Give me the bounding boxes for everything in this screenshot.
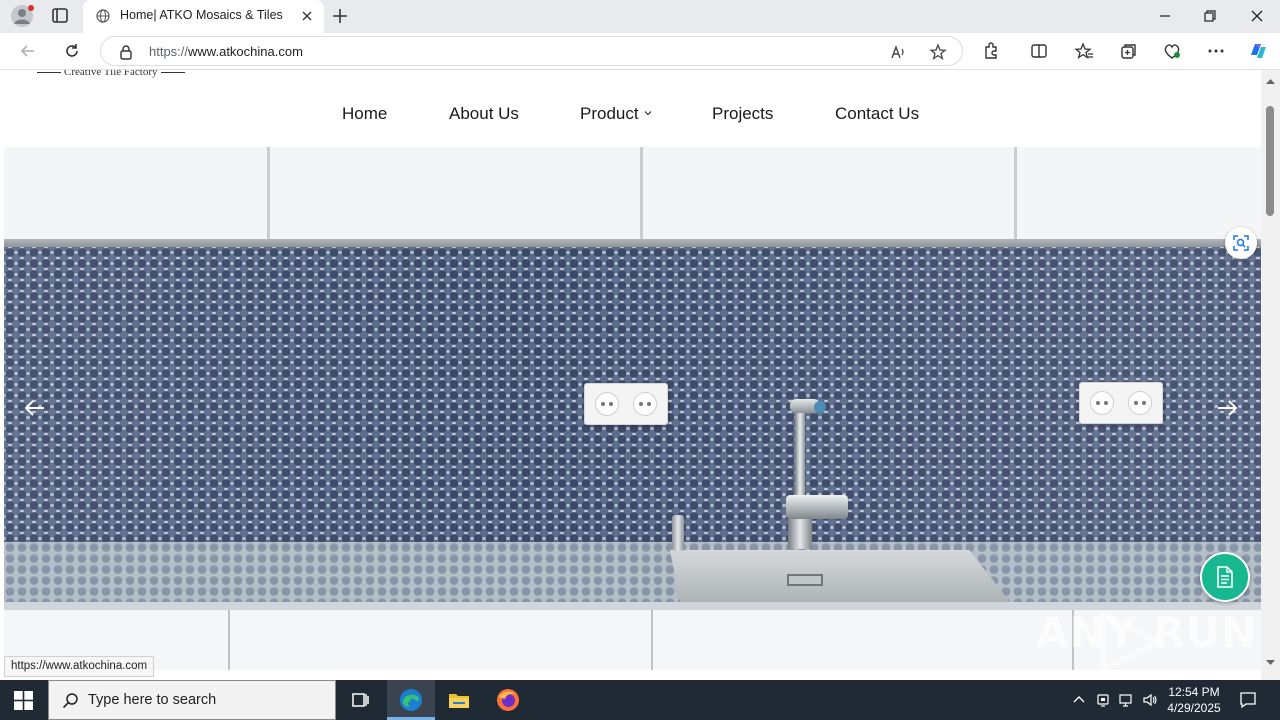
taskbar-search-box[interactable]: Type here to search bbox=[48, 680, 336, 720]
scroll-down-arrow-icon[interactable] bbox=[1266, 658, 1275, 667]
notification-icon[interactable] bbox=[1238, 690, 1258, 710]
chevron-up-icon[interactable] bbox=[1071, 692, 1087, 708]
visual-search-button[interactable] bbox=[1225, 227, 1257, 259]
tagline-rule-left bbox=[37, 71, 61, 73]
favorite-star-icon[interactable] bbox=[929, 43, 947, 61]
socket bbox=[595, 392, 619, 416]
tile-seam bbox=[228, 610, 230, 670]
tagline-text: Creative Tile Factory bbox=[64, 70, 158, 78]
slider-prev-arrow-icon[interactable] bbox=[22, 395, 48, 421]
windows-taskbar: Type here to search 12:54 PM 4/29/2025 bbox=[0, 680, 1280, 720]
menu-item-product-label: Product bbox=[580, 104, 639, 123]
page-scrollbar[interactable] bbox=[1261, 70, 1280, 680]
watermark-text: ANY RUN bbox=[1036, 608, 1258, 657]
steel-sink bbox=[670, 550, 1010, 602]
menu-item-projects[interactable]: Projects bbox=[712, 104, 773, 124]
windows-start-icon[interactable] bbox=[14, 691, 33, 710]
tile-seam bbox=[267, 147, 270, 242]
globe-icon bbox=[96, 9, 110, 23]
wall-outlet bbox=[584, 383, 668, 425]
tagline-rule-right bbox=[160, 71, 185, 73]
device-icon[interactable] bbox=[1095, 692, 1111, 708]
socket bbox=[1090, 391, 1114, 415]
tile-seam bbox=[640, 147, 643, 242]
browser-toolbar: https://www.atkochina.com bbox=[0, 33, 1280, 70]
faucet-base bbox=[788, 519, 812, 549]
copilot-icon[interactable] bbox=[1247, 40, 1269, 62]
split-screen-icon[interactable] bbox=[1029, 41, 1049, 61]
back-icon[interactable] bbox=[18, 41, 38, 61]
visual-search-icon bbox=[1233, 235, 1249, 251]
browser-tab-active[interactable]: Home| ATKO Mosaics & Tiles bbox=[83, 0, 324, 33]
main-menu: Home About Us Product Projects Contact U… bbox=[4, 104, 1261, 126]
taskbar-clock[interactable]: 12:54 PM 4/29/2025 bbox=[1158, 684, 1230, 716]
tile-seam bbox=[1014, 147, 1017, 242]
soap-dispenser bbox=[672, 515, 684, 551]
task-view-icon bbox=[352, 693, 369, 707]
white-wall-tiles bbox=[4, 147, 1261, 242]
network-icon[interactable] bbox=[1118, 692, 1134, 708]
taskbar-file-explorer[interactable] bbox=[435, 680, 483, 720]
faucet-tip bbox=[814, 401, 826, 413]
url-scheme: https:// bbox=[149, 44, 189, 59]
clock-date: 4/29/2025 bbox=[1167, 701, 1221, 715]
url-host: www.atkochina.com bbox=[188, 44, 303, 59]
minimize-icon[interactable] bbox=[1154, 6, 1176, 26]
url-text[interactable]: https://www.atkochina.com bbox=[149, 44, 303, 59]
link-status-tooltip: https://www.atkochina.com bbox=[4, 656, 155, 677]
inquiry-document-button[interactable] bbox=[1200, 552, 1250, 602]
chevron-down-icon bbox=[644, 111, 652, 116]
tab-title: Home| ATKO Mosaics & Tiles bbox=[120, 8, 283, 22]
page-viewport[interactable]: Creative Tile Factory Home About Us Prod… bbox=[0, 70, 1280, 680]
close-tab-icon[interactable] bbox=[300, 9, 314, 23]
file-explorer-icon bbox=[449, 694, 469, 708]
sink-drain bbox=[787, 574, 823, 586]
socket bbox=[1128, 391, 1152, 415]
refresh-icon[interactable] bbox=[62, 41, 82, 61]
lock-icon[interactable] bbox=[119, 44, 133, 60]
more-options-icon[interactable] bbox=[1206, 41, 1226, 61]
restore-icon[interactable] bbox=[1199, 6, 1221, 26]
edge-icon bbox=[400, 689, 422, 711]
taskbar-firefox[interactable] bbox=[484, 680, 532, 720]
extensions-icon[interactable] bbox=[981, 41, 1001, 61]
favorites-icon[interactable] bbox=[1074, 41, 1094, 61]
document-icon bbox=[1217, 566, 1233, 588]
task-view-button[interactable] bbox=[336, 680, 384, 720]
wall-outlet bbox=[1079, 382, 1163, 424]
scroll-up-arrow-icon[interactable] bbox=[1266, 77, 1275, 86]
faucet-handle bbox=[786, 495, 848, 519]
tab-actions-icon[interactable] bbox=[49, 6, 71, 26]
search-placeholder: Type here to search bbox=[88, 692, 217, 708]
tile-seam bbox=[651, 610, 653, 670]
new-tab-icon[interactable] bbox=[331, 7, 349, 25]
socket bbox=[633, 392, 657, 416]
tile-edge-strip bbox=[4, 239, 1261, 247]
notification-dot bbox=[28, 5, 34, 11]
read-aloud-icon[interactable] bbox=[889, 43, 907, 61]
collections-icon[interactable] bbox=[1119, 41, 1139, 61]
menu-item-home[interactable]: Home bbox=[342, 104, 387, 124]
menu-item-product[interactable]: Product bbox=[580, 104, 652, 124]
firefox-icon bbox=[497, 689, 519, 711]
hero-slider bbox=[4, 147, 1261, 670]
menu-item-about-us[interactable]: About Us bbox=[449, 104, 519, 124]
scrollbar-thumb[interactable] bbox=[1266, 106, 1274, 216]
clock-time: 12:54 PM bbox=[1168, 685, 1220, 699]
menu-item-contact-us[interactable]: Contact Us bbox=[835, 104, 919, 124]
countertop-mosaic bbox=[4, 542, 1261, 607]
taskbar-edge[interactable] bbox=[387, 680, 435, 720]
address-bar[interactable]: https://www.atkochina.com bbox=[100, 36, 963, 66]
site-header: Creative Tile Factory Home About Us Prod… bbox=[4, 70, 1261, 147]
logo-tagline: Creative Tile Factory bbox=[34, 70, 188, 78]
browser-essentials-icon[interactable] bbox=[1162, 41, 1182, 61]
search-icon bbox=[62, 693, 78, 709]
slider-next-arrow-icon[interactable] bbox=[1214, 395, 1240, 421]
close-window-icon[interactable] bbox=[1246, 6, 1268, 26]
browser-tab-bar: Home| ATKO Mosaics & Tiles bbox=[0, 0, 1280, 33]
volume-icon[interactable] bbox=[1142, 692, 1158, 708]
